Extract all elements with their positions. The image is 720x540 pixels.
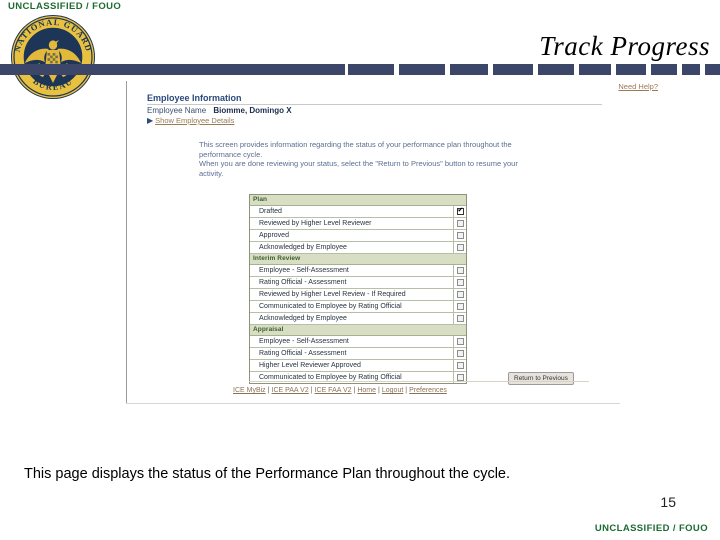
status-row: Employee - Self-Assessment <box>250 336 466 348</box>
status-row: Communicated to Employee by Rating Offic… <box>250 301 466 313</box>
employee-name-value: Biomme, Domingo X <box>213 106 292 115</box>
status-checkbox-cell <box>454 206 466 217</box>
status-checkbox-cell <box>454 301 466 312</box>
status-checkbox-cell <box>454 289 466 300</box>
need-help-link[interactable]: Need Help? <box>618 82 658 91</box>
footer-link-separator: | <box>267 387 270 394</box>
status-section-header-plan: Plan <box>250 195 466 206</box>
slide-caption: This page displays the status of the Per… <box>24 466 511 482</box>
status-section-header-appraisal: Appraisal <box>250 325 466 336</box>
divider-segment-3 <box>450 64 488 75</box>
status-row: Higher Level Reviewer Approved <box>250 360 466 372</box>
status-row: Rating Official - Assessment <box>250 277 466 289</box>
status-checkbox-cell <box>454 265 466 276</box>
divider-segment-4 <box>493 64 533 75</box>
status-checkbox-cell <box>454 348 466 359</box>
status-checkbox-cell <box>454 218 466 229</box>
employee-name-label: Employee Name <box>147 106 207 115</box>
status-checkbox-cell <box>454 360 466 371</box>
divider-segment-2 <box>399 64 445 75</box>
status-checkbox-unchecked <box>456 303 464 310</box>
status-checkbox-checked <box>456 207 464 215</box>
status-checkbox-unchecked <box>456 220 464 227</box>
return-to-previous-button[interactable]: Return to Previous <box>508 372 574 385</box>
status-row-label: Reviewed by Higher Level Review - If Req… <box>250 289 454 300</box>
status-row-label: Drafted <box>250 206 454 217</box>
triangle-right-icon: ▶ <box>147 116 154 125</box>
footer-link-separator: | <box>378 387 380 394</box>
status-row-label: Approved <box>250 230 454 241</box>
divider-solid-segment <box>0 64 345 75</box>
show-employee-details-label: Show Employee Details <box>155 116 235 125</box>
status-row: Rating Official - Assessment <box>250 348 466 360</box>
status-checkbox-cell <box>454 336 466 347</box>
page-number: 15 <box>660 494 676 510</box>
status-row-label: Reviewed by Higher Level Reviewer <box>250 218 454 229</box>
classification-banner-top: UNCLASSIFIED / FOUO <box>8 1 122 12</box>
intro-paragraph: This screen provides information regardi… <box>199 140 529 178</box>
divider-segment-5 <box>538 64 574 75</box>
status-row-label: Acknowledged by Employee <box>250 242 454 253</box>
footer-link-ice-mybiz[interactable]: ICE MyBiz <box>233 387 266 394</box>
status-row-label: Acknowledged by Employee <box>250 313 454 324</box>
status-row-label: Rating Official - Assessment <box>250 277 454 288</box>
status-checkbox-cell <box>454 230 466 241</box>
status-row-label: Rating Official - Assessment <box>250 348 454 359</box>
footer-link-logout[interactable]: Logout <box>382 387 403 394</box>
status-row: Acknowledged by Employee <box>250 242 466 254</box>
intro-line-1: This screen provides information regardi… <box>199 140 512 159</box>
status-row-label: Higher Level Reviewer Approved <box>250 360 454 371</box>
status-checkbox-unchecked <box>456 362 464 369</box>
status-row-label: Communicated to Employee by Rating Offic… <box>250 301 454 312</box>
employee-name-row: Employee Name Biomme, Domingo X <box>147 106 292 115</box>
status-checkbox-unchecked <box>456 374 464 381</box>
national-guard-bureau-seal-icon: NATIONAL GUARD BUREAU <box>9 13 97 101</box>
status-checkbox-unchecked <box>456 338 464 345</box>
divider-segment-7 <box>616 64 646 75</box>
footer-link-ice-paa-v2[interactable]: ICE PAA V2 <box>272 387 309 394</box>
footer-divider <box>249 381 589 382</box>
status-row: Drafted <box>250 206 466 218</box>
status-checkbox-unchecked <box>456 279 464 286</box>
footer-link-preferences[interactable]: Preferences <box>409 387 447 394</box>
status-checkbox-cell <box>454 277 466 288</box>
footer-link-ice-faa-v2[interactable]: ICE FAA V2 <box>315 387 352 394</box>
footer-link-bar: ICE MyBiz | ICE PAA V2 | ICE FAA V2 | Home | Log… <box>233 387 447 394</box>
status-section-header-interim-review: Interim Review <box>250 254 466 265</box>
employee-information-rule <box>147 104 602 105</box>
classification-banner-bottom: UNCLASSIFIED / FOUO <box>594 523 708 534</box>
divider-segment-1 <box>348 64 394 75</box>
page-title: Track Progress <box>539 31 710 61</box>
panel-bottom-border <box>126 403 620 404</box>
status-checkbox-unchecked <box>456 244 464 251</box>
status-checkbox-unchecked <box>456 315 464 322</box>
footer-link-separator: | <box>405 387 408 394</box>
status-row: Approved <box>250 230 466 242</box>
status-checkbox-unchecked <box>456 267 464 274</box>
divider-segment-6 <box>579 64 611 75</box>
divider-segment-10 <box>705 64 720 75</box>
status-row: Reviewed by Higher Level Reviewer <box>250 218 466 230</box>
status-row: Acknowledged by Employee <box>250 313 466 325</box>
status-row: Employee - Self-Assessment <box>250 265 466 277</box>
status-checkbox-unchecked <box>456 291 464 298</box>
show-employee-details-link[interactable]: ▶ Show Employee Details <box>147 116 234 125</box>
footer-link-separator: | <box>353 387 356 394</box>
status-checkbox-cell <box>454 313 466 324</box>
status-row: Reviewed by Higher Level Review - If Req… <box>250 289 466 301</box>
footer-link-home[interactable]: Home <box>357 387 376 394</box>
title-divider-bar <box>0 64 720 75</box>
status-checkbox-cell <box>454 242 466 253</box>
status-row-label: Employee - Self-Assessment <box>250 265 454 276</box>
status-row-label: Employee - Self-Assessment <box>250 336 454 347</box>
divider-segment-9 <box>682 64 700 75</box>
footer-link-separator: | <box>310 387 313 394</box>
status-checkbox-unchecked <box>456 350 464 357</box>
intro-line-2: When you are done reviewing your status,… <box>199 159 518 178</box>
employee-information-heading: Employee Information <box>147 93 242 103</box>
status-checkbox-unchecked <box>456 232 464 239</box>
divider-segment-8 <box>651 64 677 75</box>
progress-status-table: PlanDraftedReviewed by Higher Level Revi… <box>249 194 467 384</box>
